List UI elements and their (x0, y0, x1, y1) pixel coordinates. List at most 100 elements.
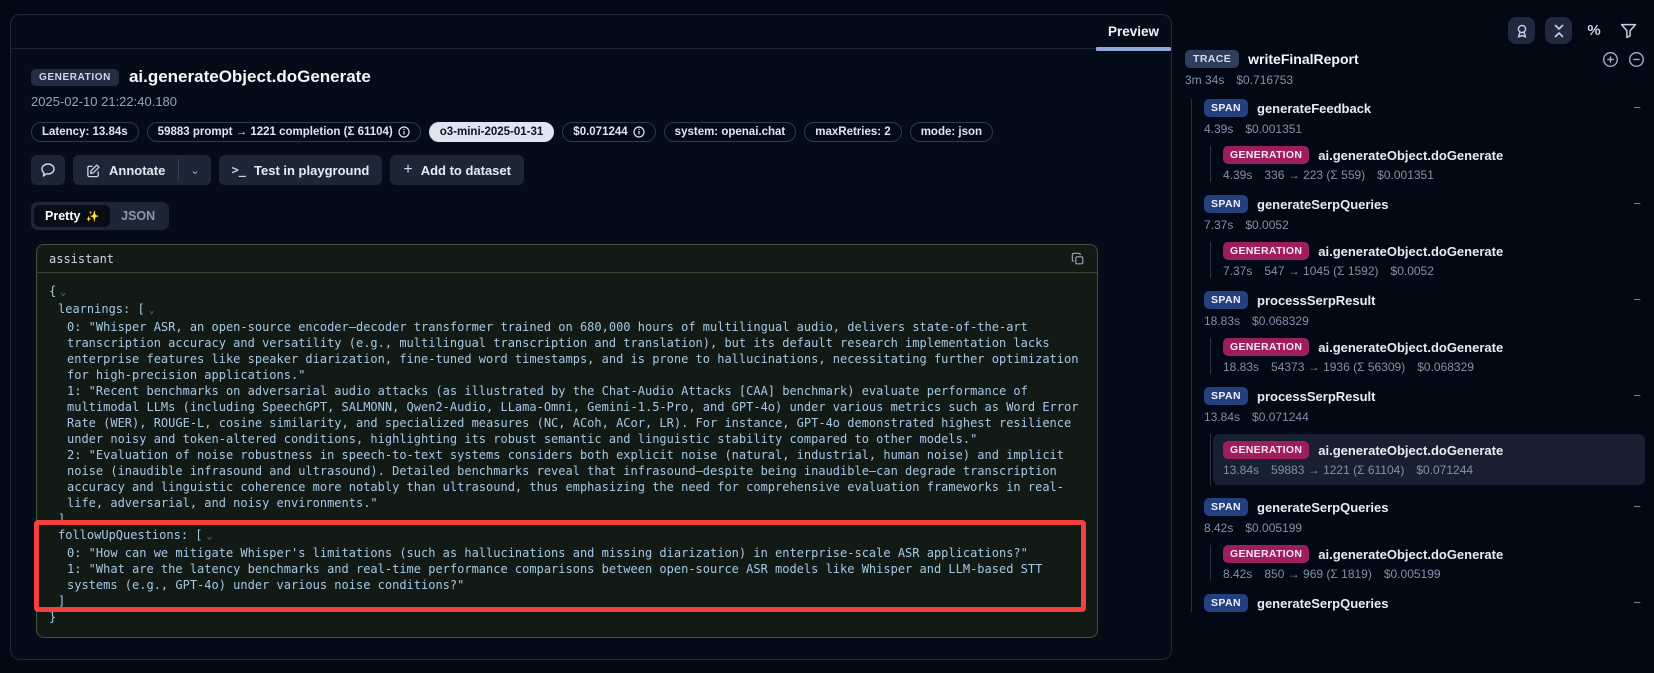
span-metrics: 7.37s$0.0052 (1204, 218, 1645, 232)
award-button[interactable] (1508, 17, 1535, 44)
latency-pill: Latency: 13.84s (31, 122, 139, 142)
span-row[interactable]: SPAN processSerpResult − (1204, 387, 1645, 405)
generation-row[interactable]: GENERATION ai.generateObject.doGenerate … (1223, 242, 1645, 278)
percent-button[interactable]: % (1582, 19, 1606, 43)
span-row[interactable]: SPAN generateFeedback − (1204, 99, 1645, 117)
generation-metrics: 7.37s547 → 1045 (Σ 1592)$0.0052 (1223, 264, 1645, 278)
page-title: ai.generateObject.doGenerate (129, 67, 371, 87)
comment-button[interactable] (31, 155, 65, 185)
generation-row-selected[interactable]: GENERATION ai.generateObject.doGenerate … (1213, 434, 1645, 485)
terminal-icon: >_ (232, 163, 246, 177)
code-line: ] (49, 593, 1085, 609)
trace-tree-panel: TRACE writeFinalReport 3m 34s $0.716753 … (1185, 50, 1645, 625)
tab-preview[interactable]: Preview (1096, 15, 1171, 49)
token-usage-pill[interactable]: 59883 prompt → 1221 completion (Σ 61104) (147, 122, 421, 142)
span-group: SPAN generateSerpQueries − 7.37s$0.0052 … (1204, 195, 1645, 278)
chevron-down-icon: ⌄ (190, 164, 199, 177)
collapse-row-icon[interactable]: − (1633, 292, 1641, 307)
annotate-dropdown-button[interactable]: ⌄ (179, 155, 210, 185)
collapse-button[interactable] (1545, 17, 1572, 44)
tabbar: Preview (11, 15, 1171, 49)
copy-icon[interactable] (1071, 252, 1085, 266)
generation-metrics: 4.39s336 → 223 (Σ 559)$0.001351 (1223, 168, 1645, 182)
span-metrics: 4.39s$0.001351 (1204, 122, 1645, 136)
info-icon (398, 126, 410, 138)
span-row[interactable]: SPAN generateSerpQueries − (1204, 594, 1645, 612)
span-group: SPAN processSerpResult − 13.84s$0.071244… (1204, 387, 1645, 485)
span-group: SPAN generateSerpQueries − (1204, 594, 1645, 612)
info-icon (633, 126, 645, 138)
generation-row[interactable]: GENERATION ai.generateObject.doGenerate … (1223, 338, 1645, 374)
code-line: } (49, 609, 1085, 625)
test-in-playground-button[interactable]: >_ Test in playground (219, 155, 383, 185)
span-metrics: 18.83s$0.068329 (1204, 314, 1645, 328)
span-metrics: 8.42s$0.005199 (1204, 521, 1645, 535)
span-metrics: 13.84s$0.071244 (1204, 410, 1645, 424)
filter-button[interactable] (1616, 19, 1640, 43)
code-line: learnings: [⌄ (49, 301, 1085, 319)
pencil-square-icon (86, 163, 101, 178)
code-line: ] (49, 511, 1085, 527)
code-line: 0: "How can we mitigate Whisper's limita… (49, 545, 1085, 561)
span-tree: SPAN generateFeedback − 4.39s$0.001351 G… (1191, 99, 1645, 612)
collapse-row-icon[interactable]: − (1633, 595, 1641, 610)
collapse-chevron-icon[interactable]: ⌄ (60, 287, 66, 298)
followup-highlight-group: followUpQuestions: [⌄ 0: "How can we mit… (49, 527, 1085, 609)
output-header: assistant (37, 245, 1097, 273)
comment-bubble-icon (40, 162, 56, 178)
trace-badge: TRACE (1185, 50, 1239, 68)
span-row[interactable]: SPAN generateSerpQueries − (1204, 195, 1645, 213)
span-row[interactable]: SPAN generateSerpQueries − (1204, 498, 1645, 516)
trace-duration: 3m 34s (1185, 73, 1224, 87)
metadata-pills: Latency: 13.84s 59883 prompt → 1221 comp… (31, 122, 1149, 142)
award-icon (1514, 23, 1530, 39)
span-group: SPAN generateFeedback − 4.39s$0.001351 G… (1204, 99, 1645, 182)
code-line: 1: "Recent benchmarks on adversarial aud… (49, 383, 1085, 447)
generation-metrics: 18.83s54373 → 1936 (Σ 56309)$0.068329 (1223, 360, 1645, 374)
trace-name: writeFinalReport (1248, 51, 1358, 67)
trace-row[interactable]: TRACE writeFinalReport (1185, 50, 1645, 68)
annotate-split-button: Annotate ⌄ (73, 155, 211, 185)
trace-cost: $0.716753 (1236, 73, 1293, 87)
json-toggle[interactable]: JSON (110, 205, 166, 227)
collapse-chevron-icon[interactable]: ⌄ (149, 305, 155, 316)
generation-header: GENERATION ai.generateObject.doGenerate (31, 67, 1149, 87)
timestamp: 2025-02-10 21:22:40.180 (31, 94, 1149, 109)
collapse-vertical-icon (1551, 23, 1567, 39)
message-role: assistant (49, 252, 114, 266)
tab-active-indicator (1096, 47, 1171, 51)
percent-icon: % (1587, 22, 1600, 39)
plus-icon: + (403, 161, 412, 179)
generation-row[interactable]: GENERATION ai.generateObject.doGenerate … (1223, 545, 1645, 581)
generation-type-badge: GENERATION (31, 69, 119, 86)
model-pill[interactable]: o3-mini-2025-01-31 (429, 122, 555, 142)
mode-pill: mode: json (910, 122, 993, 142)
expand-all-button[interactable] (1602, 51, 1619, 68)
collapse-chevron-icon[interactable]: ⌄ (207, 531, 213, 542)
generation-metrics: 13.84s59883 → 1221 (Σ 61104)$0.071244 (1223, 463, 1635, 477)
generation-row[interactable]: GENERATION ai.generateObject.doGenerate … (1223, 146, 1645, 182)
output-json: {⌄ learnings: [⌄ 0: "Whisper ASR, an ope… (37, 273, 1097, 637)
collapse-row-icon[interactable]: − (1633, 100, 1641, 115)
collapse-row-icon[interactable]: − (1633, 196, 1641, 211)
system-pill: system: openai.chat (664, 122, 797, 142)
cost-pill[interactable]: $0.071244 (562, 122, 655, 142)
output-codeblock: assistant {⌄ learnings: [⌄ 0: "Whisper A… (36, 244, 1098, 638)
pretty-toggle[interactable]: Pretty ✨ (34, 205, 110, 227)
span-row[interactable]: SPAN processSerpResult − (1204, 291, 1645, 309)
collapse-all-button[interactable] (1628, 51, 1645, 68)
sparkles-icon: ✨ (85, 210, 99, 223)
view-mode-toggle: Pretty ✨ JSON (31, 202, 169, 230)
annotate-button[interactable]: Annotate (73, 155, 178, 185)
span-group: SPAN generateSerpQueries − 8.42s$0.00519… (1204, 498, 1645, 581)
collapse-row-icon[interactable]: − (1633, 388, 1641, 403)
funnel-icon (1620, 22, 1637, 39)
span-group: SPAN processSerpResult − 18.83s$0.068329… (1204, 291, 1645, 374)
code-line: 2: "Evaluation of noise robustness in sp… (49, 447, 1085, 511)
add-to-dataset-button[interactable]: + Add to dataset (390, 155, 524, 185)
preview-panel: Preview GENERATION ai.generateObject.doG… (10, 14, 1172, 660)
generation-metrics: 8.42s850 → 969 (Σ 1819)$0.005199 (1223, 567, 1645, 581)
collapse-row-icon[interactable]: − (1633, 499, 1641, 514)
code-line: {⌄ (49, 283, 1085, 301)
code-line: 1: "What are the latency benchmarks and … (49, 561, 1085, 593)
